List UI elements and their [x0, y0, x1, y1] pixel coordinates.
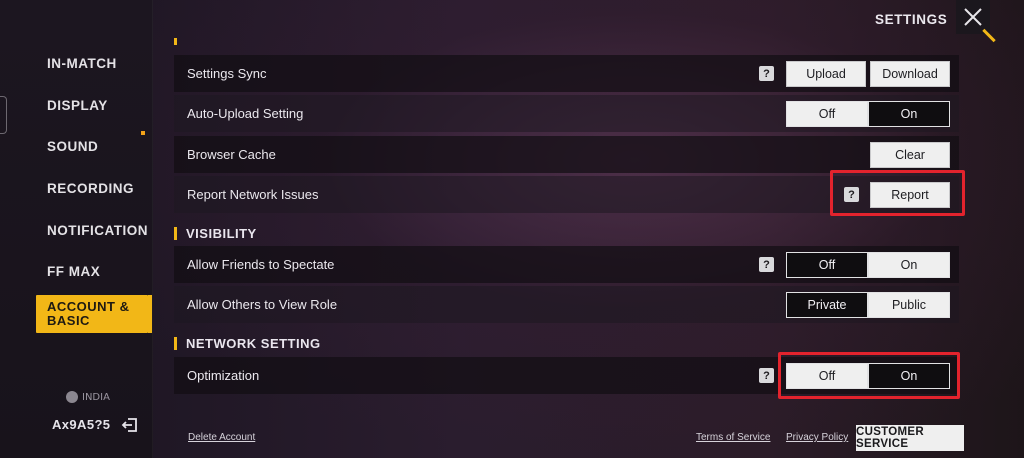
sidebar-item-ff-max[interactable]: FF MAX [36, 251, 152, 291]
view-role-public-option[interactable]: Public [868, 291, 950, 318]
help-icon[interactable]: ? [759, 368, 774, 383]
optimization-label: Optimization [187, 368, 260, 383]
section-bar [174, 226, 177, 240]
sidebar-item-account-basic[interactable]: ACCOUNT & BASIC [36, 295, 152, 333]
logout-icon[interactable] [121, 417, 139, 433]
delete-account-link[interactable]: Delete Account [188, 432, 255, 443]
row-allow-spectate: Allow Friends to Spectate ? Off On [174, 246, 959, 283]
clear-cache-button[interactable]: Clear [870, 141, 950, 168]
section-visibility: VISIBILITY [174, 224, 257, 242]
help-icon[interactable]: ? [759, 257, 774, 272]
region-indicator: INDIA [66, 391, 110, 403]
section-bar [174, 336, 177, 350]
customer-service-button[interactable]: CUSTOMER SERVICE [856, 425, 964, 451]
allow-spectate-label: Allow Friends to Spectate [187, 257, 335, 272]
browser-cache-label: Browser Cache [187, 147, 276, 162]
section-network-title: NETWORK SETTING [186, 335, 321, 351]
page-title: SETTINGS [875, 12, 948, 27]
download-button[interactable]: Download [870, 60, 950, 87]
view-role-label: Allow Others to View Role [187, 297, 338, 312]
row-browser-cache: Browser Cache Clear [174, 136, 959, 173]
row-settings-sync: Settings Sync ? Upload Download [174, 55, 959, 92]
spectate-off-option[interactable]: Off [786, 251, 868, 278]
spectate-on-option[interactable]: On [868, 251, 950, 278]
sidebar-item-sound[interactable]: SOUND [36, 126, 152, 166]
section-accent [174, 38, 177, 45]
help-icon[interactable]: ? [759, 66, 774, 81]
user-id: Ax9A5?5 [52, 417, 111, 432]
notification-dot [141, 131, 145, 135]
sidebar-item-recording[interactable]: RECORDING [36, 168, 152, 208]
globe-icon [66, 391, 78, 403]
report-network-label: Report Network Issues [187, 187, 319, 202]
highlight-box-optimization [778, 352, 960, 399]
row-auto-upload: Auto-Upload Setting Off On [174, 95, 959, 132]
auto-upload-label: Auto-Upload Setting [187, 106, 304, 121]
section-visibility-title: VISIBILITY [186, 225, 257, 241]
row-view-role: Allow Others to View Role Private Public [174, 286, 959, 323]
side-panel-handle[interactable] [0, 96, 7, 134]
terms-of-service-link[interactable]: Terms of Service [696, 432, 770, 443]
close-icon [964, 8, 982, 26]
sidebar: IN-MATCH DISPLAY SOUND RECORDING NOTIFIC… [0, 0, 153, 458]
view-role-private-option[interactable]: Private [786, 291, 868, 318]
sidebar-item-notification[interactable]: NOTIFICATION [36, 210, 152, 250]
auto-upload-off-option[interactable]: Off [786, 100, 868, 127]
auto-upload-on-option[interactable]: On [868, 100, 950, 127]
privacy-policy-link[interactable]: Privacy Policy [786, 432, 848, 443]
sidebar-item-in-match[interactable]: IN-MATCH [36, 43, 152, 83]
settings-sync-label: Settings Sync [187, 66, 267, 81]
highlight-box-report [830, 170, 965, 216]
upload-button[interactable]: Upload [786, 60, 866, 87]
sidebar-item-display[interactable]: DISPLAY [36, 85, 152, 125]
region-label: INDIA [82, 391, 110, 403]
section-network-setting: NETWORK SETTING [174, 334, 321, 352]
